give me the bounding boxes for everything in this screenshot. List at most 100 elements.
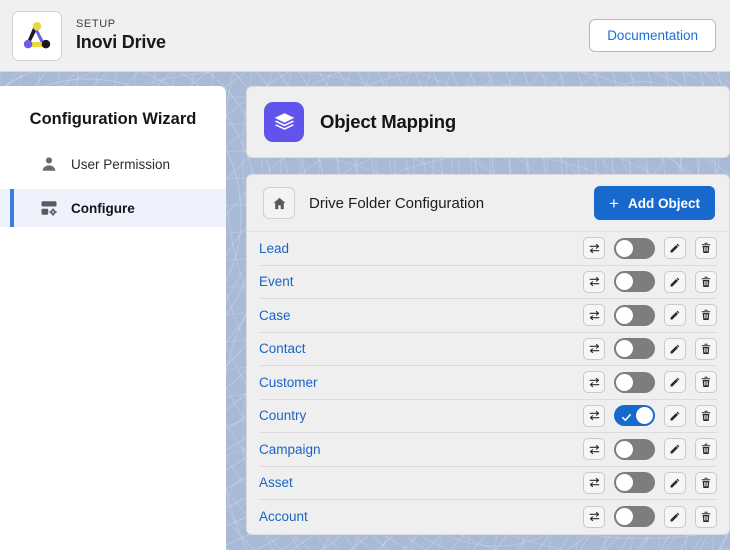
toggle-knob: [636, 407, 653, 425]
home-icon: [273, 197, 285, 209]
sync-swap-arrows-icon: [589, 512, 599, 522]
enable-toggle[interactable]: [614, 271, 655, 293]
edit-button[interactable]: [664, 304, 686, 327]
inovi-triad-logo-icon: [23, 21, 51, 48]
table-row: Asset: [259, 467, 717, 500]
sidebar-item-configure[interactable]: Configure: [0, 189, 226, 227]
config-bar: Drive Folder Configuration + Add Object: [247, 175, 729, 232]
pencil-edit-icon: [670, 344, 680, 354]
table-row: Case: [259, 299, 717, 333]
toggle-knob: [616, 373, 633, 391]
add-object-label: Add Object: [627, 195, 700, 211]
sync-swap-arrows-button[interactable]: [583, 404, 605, 427]
object-name-link[interactable]: Lead: [259, 241, 289, 256]
sync-swap-arrows-button[interactable]: [583, 471, 605, 494]
layers-stack-icon-box: [264, 102, 304, 142]
sync-swap-arrows-icon: [589, 478, 599, 488]
table-row: Account: [259, 500, 717, 534]
enable-toggle[interactable]: [614, 304, 655, 326]
main-content: Object Mapping Drive Folder Configuratio…: [246, 86, 730, 535]
pencil-edit-icon: [670, 277, 680, 287]
edit-button[interactable]: [664, 505, 686, 528]
row-actions: [583, 505, 717, 528]
object-mapping-header: Object Mapping: [246, 86, 730, 158]
toggle-knob: [616, 306, 633, 324]
server-gear-icon: [41, 201, 57, 216]
row-actions: [583, 237, 717, 260]
object-name-link[interactable]: Asset: [259, 475, 293, 490]
object-name-link[interactable]: Case: [259, 308, 291, 323]
object-name-link[interactable]: Event: [259, 274, 294, 289]
sync-swap-arrows-button[interactable]: [583, 237, 605, 260]
enable-toggle[interactable]: [614, 472, 655, 494]
delete-button[interactable]: [695, 471, 717, 494]
table-row: Country: [259, 400, 717, 433]
app-title: Inovi Drive: [76, 32, 166, 53]
delete-button[interactable]: [695, 404, 717, 427]
sidebar: Configuration Wizard User Permission Con…: [0, 86, 226, 550]
table-row: Lead: [259, 232, 717, 266]
sync-swap-arrows-button[interactable]: [583, 505, 605, 528]
object-name-link[interactable]: Contact: [259, 341, 306, 356]
check-icon: [621, 410, 632, 428]
object-name-link[interactable]: Campaign: [259, 442, 321, 457]
sidebar-item-label: User Permission: [71, 156, 171, 172]
pencil-edit-icon: [670, 478, 680, 488]
trash-delete-icon: [701, 511, 711, 522]
table-row: Event: [259, 266, 717, 299]
sync-swap-arrows-button[interactable]: [583, 337, 605, 360]
config-title: Drive Folder Configuration: [309, 194, 485, 212]
user-icon: [42, 157, 56, 171]
edit-button[interactable]: [664, 438, 686, 461]
row-actions: [583, 337, 717, 360]
sidebar-item-user-permission[interactable]: User Permission: [0, 145, 226, 183]
edit-button[interactable]: [664, 404, 686, 427]
pencil-edit-icon: [670, 411, 680, 421]
edit-button[interactable]: [664, 471, 686, 494]
brand-text: SETUP Inovi Drive: [76, 18, 166, 53]
trash-delete-icon: [701, 243, 711, 254]
sync-swap-arrows-icon: [589, 277, 599, 287]
object-name-link[interactable]: Country: [259, 408, 306, 423]
object-name-link[interactable]: Customer: [259, 375, 318, 390]
sync-swap-arrows-button[interactable]: [583, 371, 605, 394]
row-actions: [583, 270, 717, 293]
delete-button[interactable]: [695, 270, 717, 293]
sync-swap-arrows-icon: [589, 344, 599, 354]
edit-button[interactable]: [664, 237, 686, 260]
delete-button[interactable]: [695, 371, 717, 394]
add-object-button[interactable]: + Add Object: [594, 186, 715, 220]
edit-button[interactable]: [664, 270, 686, 293]
sync-swap-arrows-icon: [589, 310, 599, 320]
enable-toggle[interactable]: [614, 506, 655, 528]
delete-button[interactable]: [695, 438, 717, 461]
enable-toggle[interactable]: [614, 405, 655, 428]
sync-swap-arrows-button[interactable]: [583, 304, 605, 327]
enable-toggle[interactable]: [614, 338, 655, 360]
trash-delete-icon: [701, 444, 711, 455]
delete-button[interactable]: [695, 237, 717, 260]
row-actions: [583, 404, 717, 428]
sync-swap-arrows-button[interactable]: [583, 270, 605, 293]
delete-button[interactable]: [695, 505, 717, 528]
pencil-edit-icon: [670, 444, 680, 454]
object-name-link[interactable]: Account: [259, 509, 308, 524]
plus-icon: +: [609, 193, 619, 213]
home-icon-box[interactable]: [263, 187, 295, 219]
sync-swap-arrows-icon: [589, 444, 599, 454]
table-row: Contact: [259, 333, 717, 366]
app-logo: [12, 10, 62, 61]
row-actions: [583, 371, 717, 394]
pencil-edit-icon: [670, 310, 680, 320]
sync-swap-arrows-button[interactable]: [583, 438, 605, 461]
delete-button[interactable]: [695, 304, 717, 327]
enable-toggle[interactable]: [614, 237, 655, 259]
documentation-button[interactable]: Documentation: [589, 19, 716, 52]
edit-button[interactable]: [664, 371, 686, 394]
delete-button[interactable]: [695, 337, 717, 360]
edit-button[interactable]: [664, 337, 686, 360]
sync-swap-arrows-icon: [589, 243, 599, 253]
trash-delete-icon: [701, 310, 711, 321]
enable-toggle[interactable]: [614, 438, 655, 460]
enable-toggle[interactable]: [614, 371, 655, 393]
